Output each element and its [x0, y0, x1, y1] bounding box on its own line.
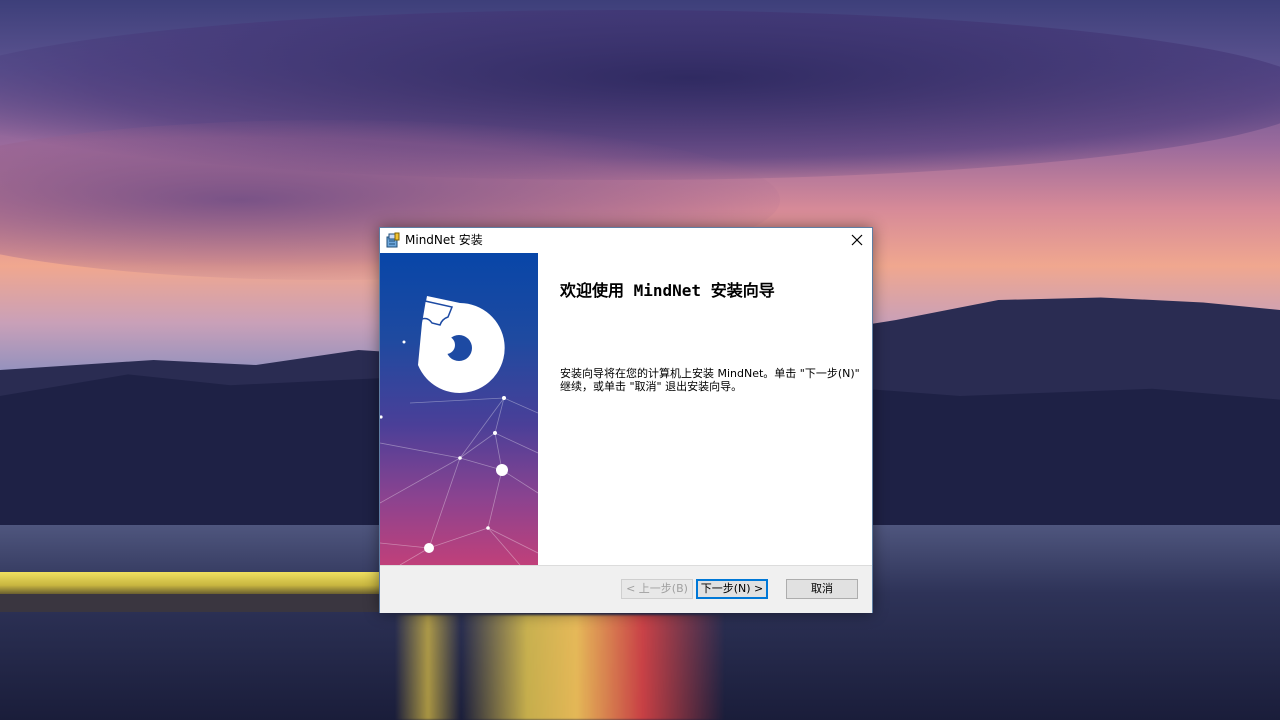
wallpaper-light-reflection	[395, 615, 725, 720]
window-title: MindNet 安装	[405, 233, 483, 247]
puzzle-logo-icon	[418, 296, 505, 393]
wallpaper-pier	[0, 572, 382, 594]
installer-banner	[380, 253, 538, 565]
back-button[interactable]: < 上一步(B)	[621, 579, 693, 599]
network-graphic	[380, 296, 538, 565]
cancel-button[interactable]: 取消	[786, 579, 858, 599]
button-bar: < 上一步(B) 下一步(N) > 取消	[380, 565, 872, 613]
installer-package-icon	[385, 232, 401, 248]
welcome-description: 安装向导将在您的计算机上安装 MindNet。单击 "下一步(N)" 继续，或单…	[560, 367, 860, 393]
close-button[interactable]	[842, 228, 872, 253]
title-bar[interactable]: MindNet 安装	[380, 228, 872, 253]
wallpaper-pier-shadow	[0, 594, 382, 612]
installer-window: MindNet 安装 欢迎使用 MindNet 安装向导 安装向导将在您的计算机…	[379, 227, 873, 613]
close-icon	[851, 234, 863, 246]
welcome-heading: 欢迎使用 MindNet 安装向导	[560, 281, 775, 300]
welcome-panel: 欢迎使用 MindNet 安装向导 安装向导将在您的计算机上安装 MindNet…	[538, 253, 872, 565]
next-button[interactable]: 下一步(N) >	[696, 579, 768, 599]
